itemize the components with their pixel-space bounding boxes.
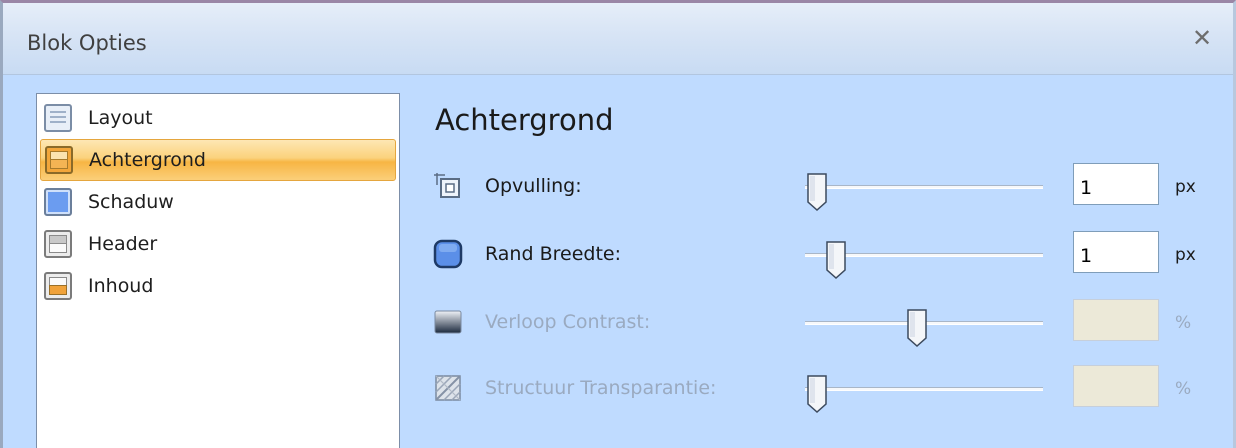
blok-opties-dialog: Blok Opties ✕ Layout Achtergrond Schaduw… — [0, 0, 1236, 448]
sidebar-item-label: Layout — [88, 107, 153, 129]
setting-row-verloop-contrast: Verloop Contrast: % — [433, 299, 1223, 349]
header-icon — [44, 230, 72, 258]
texture-transparency-icon — [433, 373, 463, 403]
close-button[interactable]: ✕ — [1187, 23, 1217, 53]
background-icon — [45, 146, 73, 174]
verloop-contrast-input — [1073, 299, 1159, 341]
structuur-transparantie-input — [1073, 365, 1159, 407]
section-title: Achtergrond — [435, 103, 614, 137]
rand-breedte-label: Rand Breedte: — [485, 243, 621, 265]
sidebar-item-header[interactable]: Header — [40, 223, 396, 265]
opvulling-label: Opvulling: — [485, 175, 582, 197]
opvulling-slider[interactable] — [805, 173, 1043, 212]
unit-label: px — [1175, 177, 1196, 197]
setting-row-structuur-transparantie: Structuur Transparantie: % — [433, 365, 1223, 415]
content-icon — [44, 272, 72, 300]
sidebar-item-layout[interactable]: Layout — [40, 97, 396, 139]
category-list: Layout Achtergrond Schaduw Header Inhoud — [36, 93, 400, 448]
sidebar-item-label: Schaduw — [88, 191, 174, 213]
unit-label: % — [1175, 313, 1192, 333]
opvulling-input[interactable] — [1073, 163, 1159, 205]
setting-row-rand-breedte: Rand Breedte: px — [433, 231, 1223, 281]
slider-thumb[interactable] — [806, 374, 828, 414]
structuur-transparantie-label: Structuur Transparantie: — [485, 377, 717, 399]
unit-label: % — [1175, 379, 1192, 399]
border-width-icon — [433, 239, 463, 269]
sidebar-item-inhoud[interactable]: Inhoud — [40, 265, 396, 307]
sidebar-item-schaduw[interactable]: Schaduw — [40, 181, 396, 223]
window-title: Blok Opties — [27, 31, 147, 55]
slider-thumb[interactable] — [806, 172, 828, 212]
sidebar-item-label: Header — [88, 233, 158, 255]
rand-breedte-input[interactable] — [1073, 231, 1159, 273]
verloop-contrast-label: Verloop Contrast: — [485, 311, 651, 333]
shadow-icon — [44, 188, 72, 216]
setting-row-opvulling: Opvulling: px — [433, 163, 1223, 213]
unit-label: px — [1175, 245, 1196, 265]
gradient-contrast-icon — [433, 307, 463, 337]
sidebar-item-label: Inhoud — [88, 275, 154, 297]
slider-thumb[interactable] — [825, 240, 847, 280]
verloop-contrast-slider[interactable] — [805, 309, 1043, 348]
padding-icon — [433, 171, 463, 201]
layout-icon — [44, 104, 72, 132]
rand-breedte-slider[interactable] — [805, 241, 1043, 280]
slider-thumb[interactable] — [906, 308, 928, 348]
structuur-transparantie-slider[interactable] — [805, 375, 1043, 414]
title-bar[interactable]: Blok Opties ✕ — [3, 3, 1233, 75]
sidebar-item-achtergrond[interactable]: Achtergrond — [40, 139, 396, 181]
sidebar-item-label: Achtergrond — [89, 149, 206, 171]
